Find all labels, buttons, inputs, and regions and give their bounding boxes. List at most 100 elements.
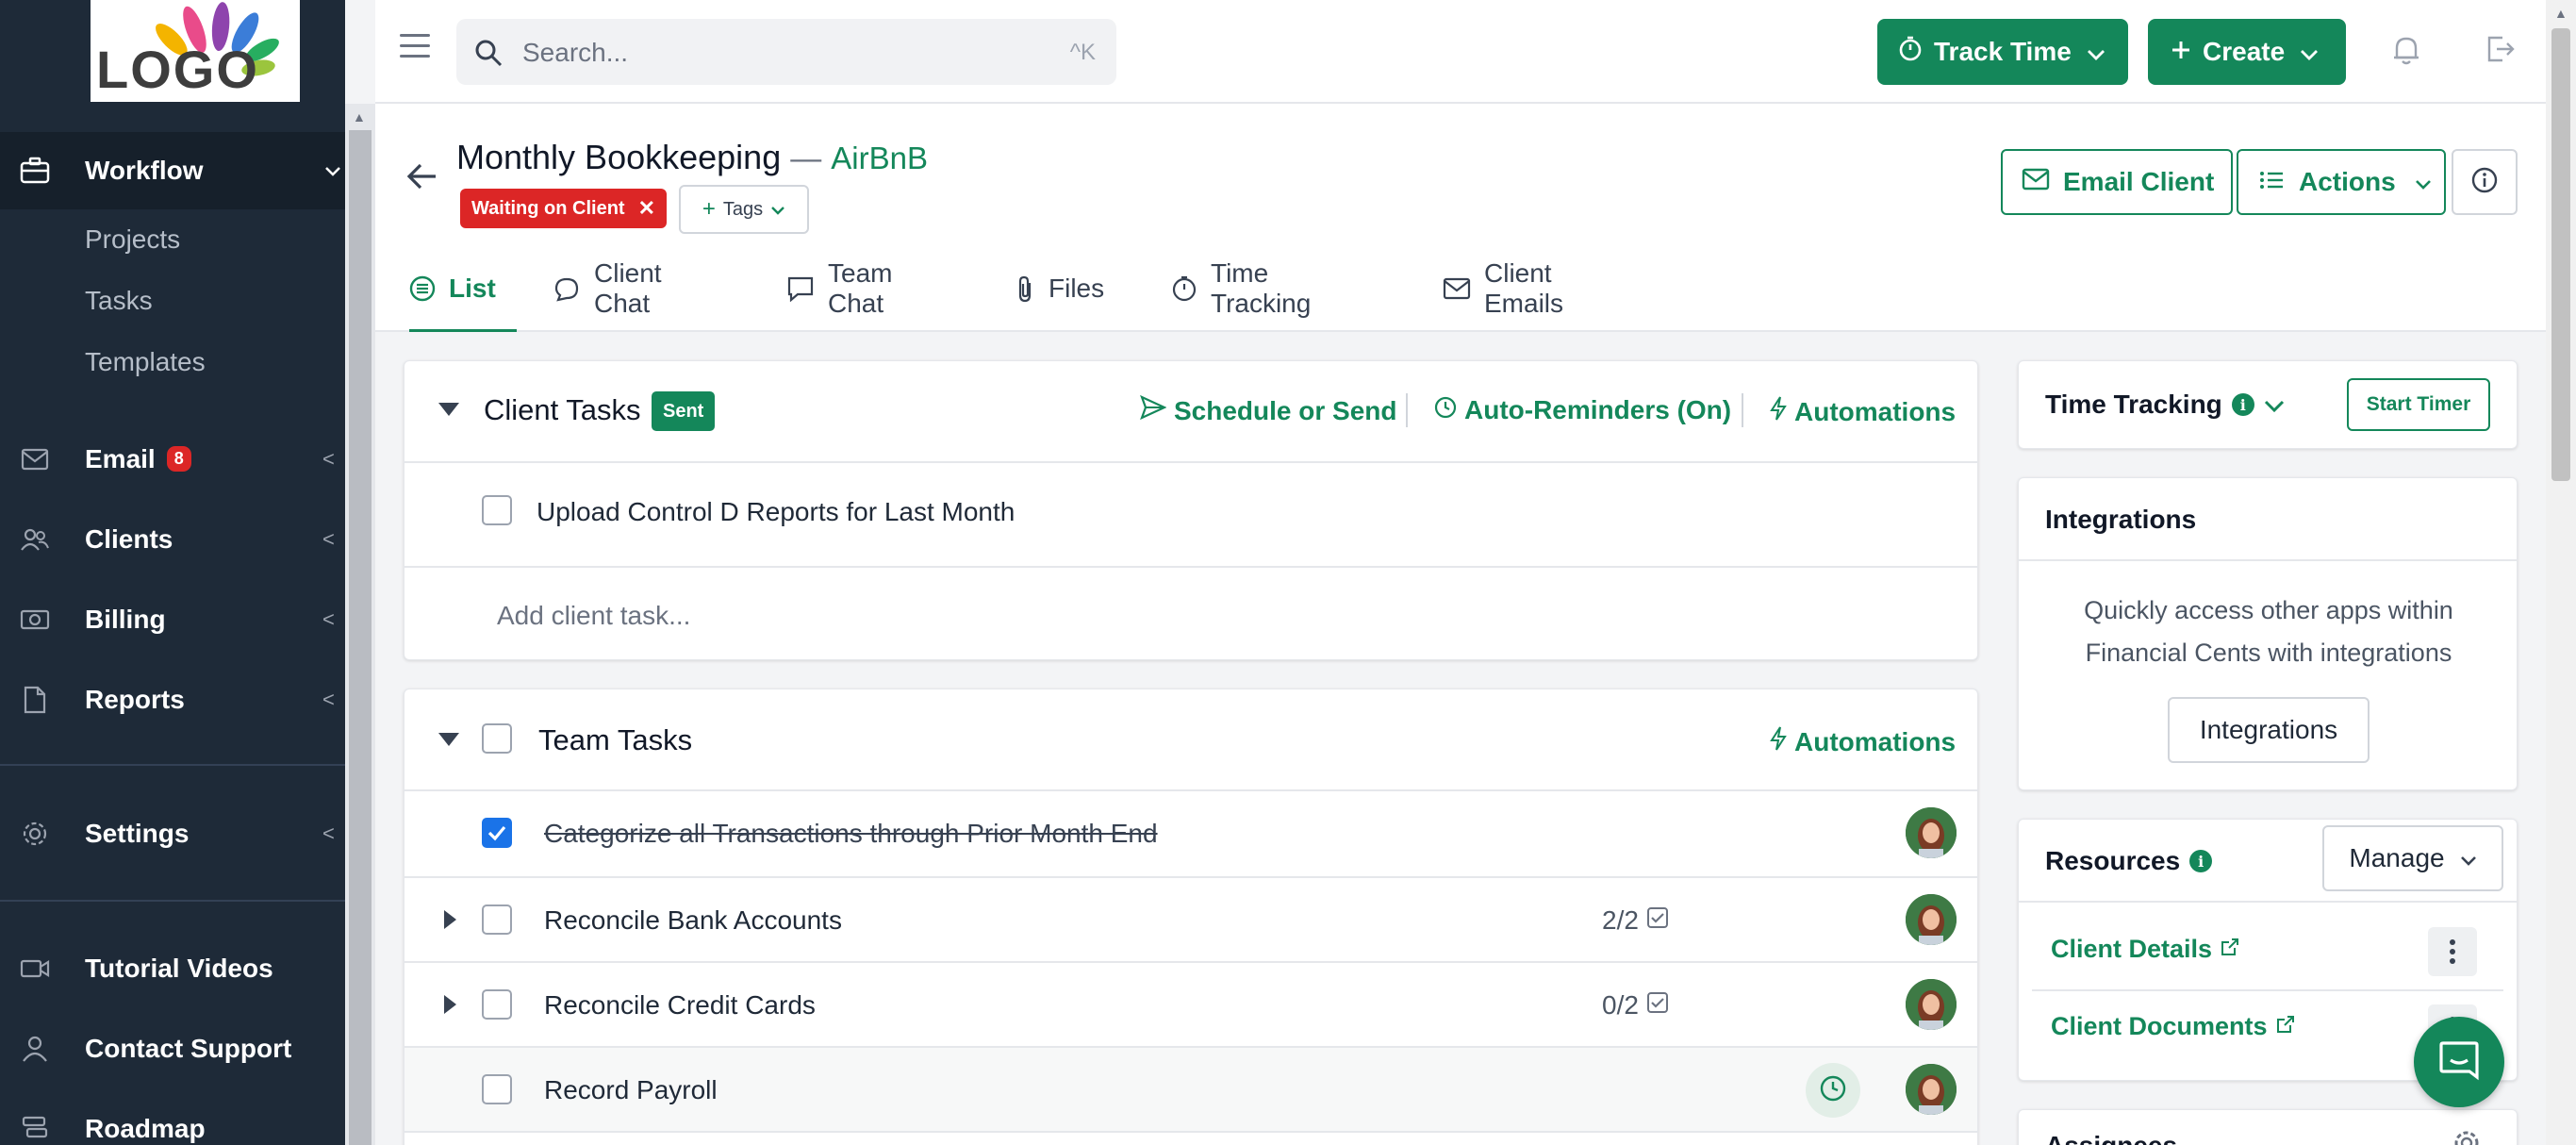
sidebar-item-contact-support[interactable]: Contact Support xyxy=(0,1010,345,1087)
scroll-up-arrow-icon[interactable]: ▲ xyxy=(2554,6,2568,21)
task-checkbox[interactable] xyxy=(482,904,512,935)
sidebar-item-tutorial-videos[interactable]: Tutorial Videos xyxy=(0,930,345,1007)
start-timer-button[interactable]: Start Timer xyxy=(2347,378,2490,431)
time-tracking-title: Time Tracking i xyxy=(2045,390,2285,420)
logo[interactable]: LOGO xyxy=(91,0,300,102)
mail-icon xyxy=(2022,167,2050,197)
expand-caret-icon[interactable] xyxy=(444,995,456,1014)
sidebar-item-roadmap[interactable]: Roadmap xyxy=(0,1090,345,1145)
tab-files[interactable]: Files xyxy=(1015,245,1104,332)
avatar[interactable] xyxy=(1906,807,1957,858)
client-details-link[interactable]: Client Details xyxy=(2051,935,2240,964)
track-time-button[interactable]: Track Time xyxy=(1877,19,2128,85)
sidebar-item-label: Clients xyxy=(85,524,173,554)
gear-icon[interactable] xyxy=(2452,1129,2481,1145)
timer-clock-button[interactable] xyxy=(1806,1063,1860,1118)
briefcase-icon xyxy=(19,155,51,187)
list-circle-icon xyxy=(409,275,436,302)
chevron-down-icon[interactable] xyxy=(2264,390,2285,420)
sidebar-item-billing[interactable]: Billing < xyxy=(0,581,345,658)
team-automations-link[interactable]: Automations xyxy=(1770,725,1956,758)
list-icon xyxy=(2259,167,2284,197)
tab-list[interactable]: List xyxy=(409,245,517,332)
integrations-title: Integrations xyxy=(2045,505,2197,534)
hamburger-menu-icon[interactable] xyxy=(400,34,430,65)
collapse-caret-icon[interactable] xyxy=(438,403,459,416)
select-all-checkbox[interactable] xyxy=(482,723,512,754)
add-client-task-input[interactable]: Add client task... xyxy=(497,601,690,631)
gear-icon xyxy=(19,818,51,850)
sidebar-item-clients[interactable]: Clients < xyxy=(0,501,345,578)
tab-time-tracking[interactable]: Time Tracking xyxy=(1171,245,1311,332)
close-icon[interactable]: ✕ xyxy=(638,196,655,221)
task-checkbox[interactable] xyxy=(482,495,512,525)
info-icon[interactable]: i xyxy=(2189,850,2213,872)
row-divider xyxy=(405,961,1977,963)
auto-reminders-link[interactable]: Auto-Reminders (On) xyxy=(1434,395,1731,425)
scrollbar-thumb[interactable] xyxy=(2551,28,2570,481)
checkmark-icon xyxy=(487,825,506,841)
sidebar-item-label: Tutorial Videos xyxy=(85,954,273,983)
lightning-icon xyxy=(1770,395,1787,428)
client-documents-link[interactable]: Client Documents xyxy=(2051,1012,2296,1041)
avatar[interactable] xyxy=(1906,979,1957,1030)
manage-resources-button[interactable]: Manage xyxy=(2322,825,2503,891)
task-checkbox[interactable] xyxy=(482,1074,512,1104)
roadmap-icon xyxy=(19,1113,51,1145)
tab-team-chat[interactable]: Team Chat xyxy=(786,245,892,332)
row-divider xyxy=(405,876,1977,878)
sidebar-item-email[interactable]: Email 8 < xyxy=(0,421,345,498)
team-task-item[interactable]: Reconcile Credit Cards xyxy=(544,990,816,1021)
task-checkbox[interactable] xyxy=(482,989,512,1020)
sidebar-item-label: Settings xyxy=(85,819,190,848)
task-checkbox-checked[interactable] xyxy=(482,818,512,848)
sidebar-item-tasks[interactable]: Tasks xyxy=(85,286,153,316)
email-client-button[interactable]: Email Client xyxy=(2001,149,2233,215)
tab-client-chat[interactable]: Client Chat xyxy=(553,245,662,332)
bell-icon[interactable] xyxy=(2391,34,2421,71)
sidebar-scrollbar[interactable]: ▲ xyxy=(345,104,375,1145)
sidebar-item-label: Roadmap xyxy=(85,1114,206,1143)
status-badge[interactable]: Waiting on Client ✕ xyxy=(460,189,668,228)
schedule-or-send-link[interactable]: Schedule or Send xyxy=(1140,394,1397,426)
client-automations-link[interactable]: Automations xyxy=(1770,395,1956,428)
info-icon[interactable]: i xyxy=(2231,393,2254,416)
sidebar-item-projects[interactable]: Projects xyxy=(85,224,180,255)
create-button[interactable]: Create xyxy=(2148,19,2346,85)
chevron-left-icon: < xyxy=(322,527,335,551)
info-icon xyxy=(2471,167,2498,198)
client-link[interactable]: AirBnB xyxy=(831,141,928,175)
info-button[interactable] xyxy=(2452,149,2518,215)
scrollbar-thumb[interactable] xyxy=(349,130,372,1145)
actions-button[interactable]: Actions xyxy=(2237,149,2446,215)
expand-caret-icon[interactable] xyxy=(444,910,456,929)
row-divider xyxy=(405,1131,1977,1133)
team-task-item[interactable]: Categorize all Transactions through Prio… xyxy=(544,819,1158,849)
logout-icon[interactable] xyxy=(2485,34,2516,69)
sidebar-item-templates[interactable]: Templates xyxy=(85,347,206,377)
mail-icon xyxy=(1443,277,1471,300)
clock-icon xyxy=(1434,395,1457,425)
sidebar-item-reports[interactable]: Reports < xyxy=(0,661,345,738)
avatar[interactable] xyxy=(1906,1064,1957,1115)
scroll-up-arrow-icon[interactable]: ▲ xyxy=(353,109,366,124)
more-options-icon[interactable] xyxy=(2428,927,2477,976)
chevron-down-icon xyxy=(2415,167,2432,197)
chat-launcher-button[interactable] xyxy=(2414,1017,2504,1107)
team-task-item[interactable]: Reconcile Bank Accounts xyxy=(544,905,842,936)
page-scrollbar[interactable]: ▲ xyxy=(2546,0,2576,1145)
sidebar-item-label: Workflow xyxy=(85,156,204,185)
client-task-item[interactable]: Upload Control D Reports for Last Month xyxy=(537,497,1015,527)
tags-button[interactable]: + Tags xyxy=(679,185,809,234)
sidebar-item-workflow[interactable]: Workflow xyxy=(0,132,345,209)
team-task-item[interactable]: Record Payroll xyxy=(544,1075,718,1105)
clock-icon xyxy=(1819,1074,1847,1107)
collapse-caret-icon[interactable] xyxy=(438,733,459,746)
tab-client-emails[interactable]: Client Emails xyxy=(1443,245,1563,332)
integrations-button[interactable]: Integrations xyxy=(2168,697,2370,763)
checkbox-square-icon xyxy=(1646,905,1669,936)
back-arrow-icon[interactable] xyxy=(405,162,438,195)
avatar[interactable] xyxy=(1906,894,1957,945)
sidebar-item-settings[interactable]: Settings < xyxy=(0,795,345,872)
search-input[interactable]: Search... ^K xyxy=(456,19,1116,85)
